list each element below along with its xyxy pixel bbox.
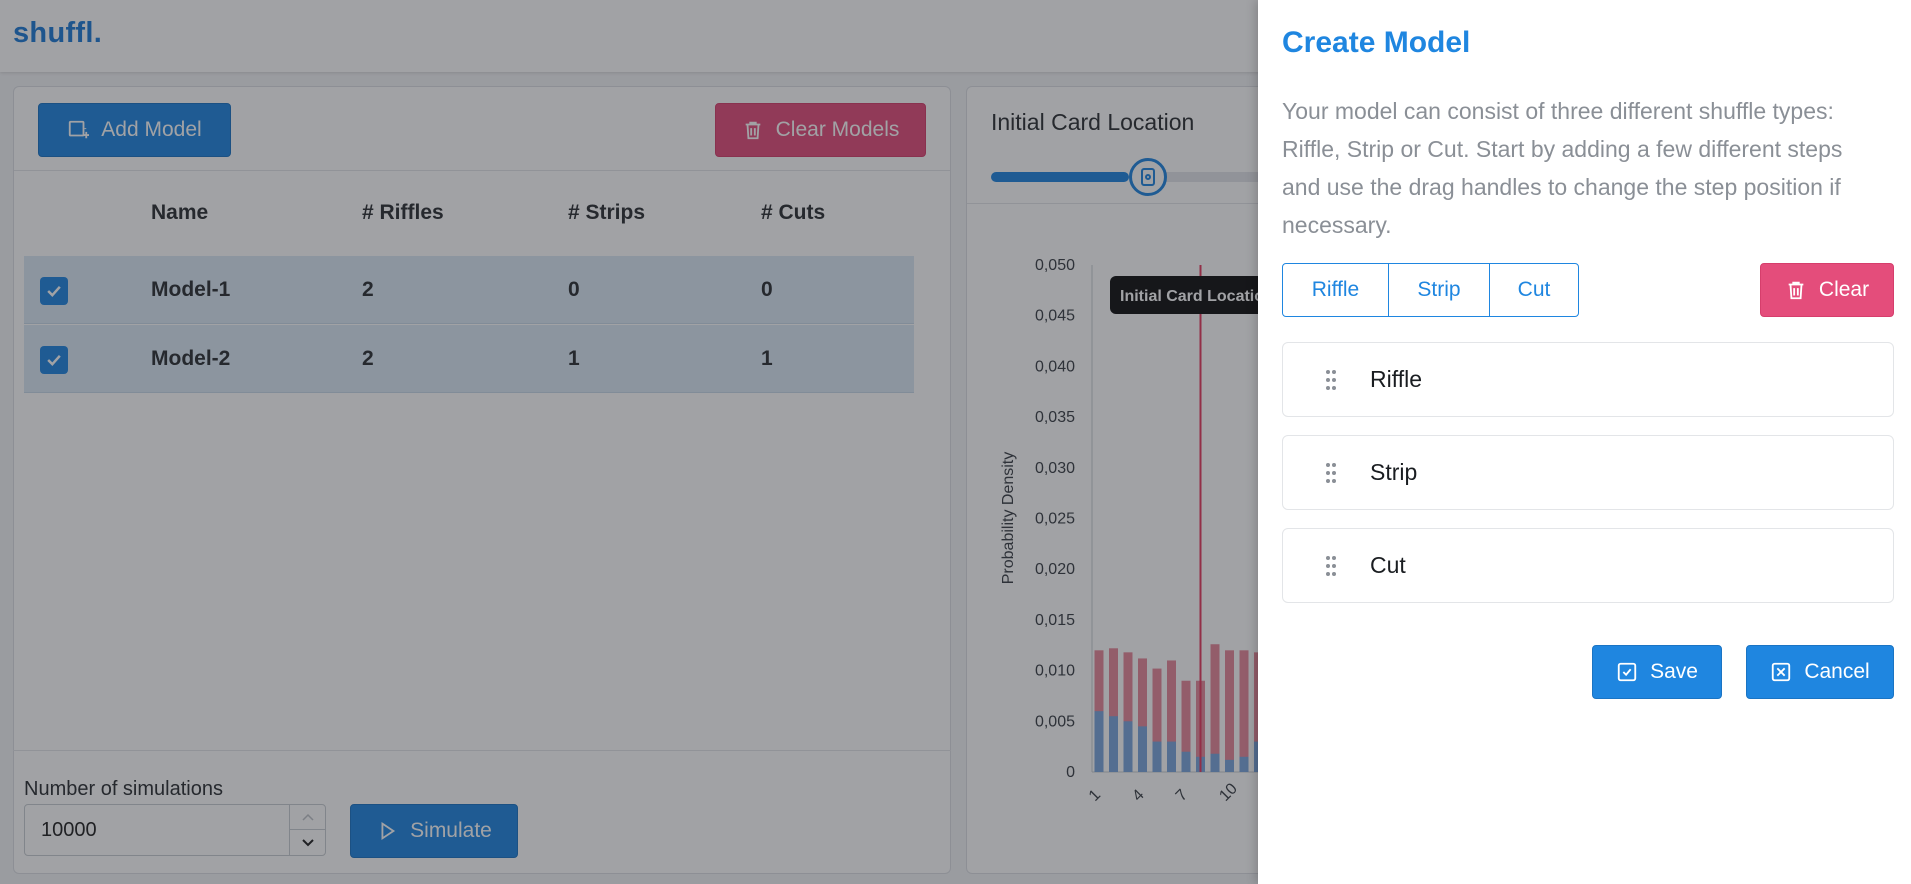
cancel-button[interactable]: Cancel xyxy=(1746,645,1894,699)
step-label: Riffle xyxy=(1370,366,1422,392)
add-strip-button[interactable]: Strip xyxy=(1388,263,1490,317)
add-riffle-button[interactable]: Riffle xyxy=(1282,263,1389,317)
shuffle-type-buttons: Riffle Strip Cut xyxy=(1282,263,1579,317)
cancel-x-icon xyxy=(1772,662,1791,682)
cancel-label: Cancel xyxy=(1804,660,1870,683)
drawer-description: Your model can consist of three differen… xyxy=(1282,98,1843,238)
trash-icon xyxy=(1788,281,1804,300)
step-label: Cut xyxy=(1370,552,1406,578)
create-model-drawer: Create Model Your model can consist of t… xyxy=(1258,0,1911,884)
drag-handle-icon[interactable] xyxy=(1325,369,1337,391)
clear-steps-label: Clear xyxy=(1818,278,1870,301)
save-button[interactable]: Save xyxy=(1592,645,1722,699)
step-item[interactable]: Strip xyxy=(1282,435,1894,510)
save-label: Save xyxy=(1650,660,1698,683)
step-item[interactable]: Cut xyxy=(1282,528,1894,603)
drag-handle-icon[interactable] xyxy=(1325,555,1337,577)
step-item[interactable]: Riffle xyxy=(1282,342,1894,417)
clear-steps-button[interactable]: Clear xyxy=(1760,263,1894,317)
drawer-title: Create Model xyxy=(1282,26,1471,59)
add-cut-button[interactable]: Cut xyxy=(1489,263,1579,317)
step-label: Strip xyxy=(1370,459,1418,485)
save-check-icon xyxy=(1617,662,1637,682)
drag-handle-icon[interactable] xyxy=(1325,462,1337,484)
